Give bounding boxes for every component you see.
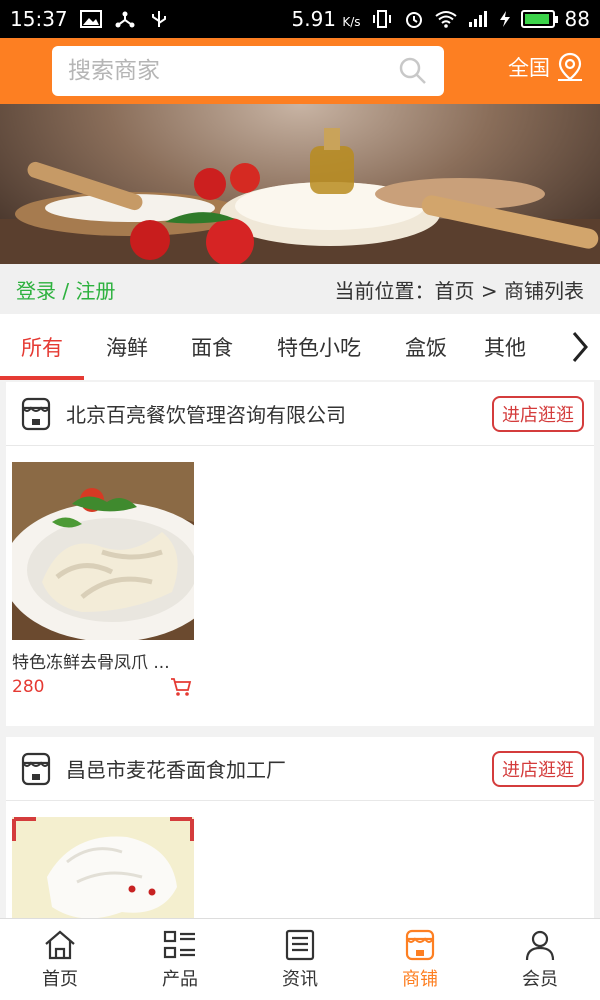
share-icon: [115, 11, 135, 28]
nav-label: 资讯: [282, 968, 318, 990]
search-icon[interactable]: [398, 56, 428, 86]
signal-icon: [468, 11, 487, 27]
nav-label: 会员: [522, 968, 558, 990]
location-pin-icon: [558, 52, 582, 81]
battery-level: 88: [564, 7, 590, 31]
charging-icon: [499, 11, 510, 27]
nav-label: 产品: [162, 968, 198, 990]
status-bar: 15:37 5.91 K/s 88: [0, 0, 600, 38]
header: 全国: [0, 38, 600, 104]
user-icon: [525, 930, 555, 960]
product-photo-steamed-bun: [12, 817, 194, 918]
search-input[interactable]: [68, 58, 398, 84]
banner-food-illustration: [0, 128, 600, 264]
nav-label: 商铺: [402, 968, 438, 990]
nav-news[interactable]: 资讯: [240, 919, 360, 1000]
wifi-icon: [434, 11, 457, 28]
search-box[interactable]: [52, 46, 444, 96]
tab-other[interactable]: 其他: [468, 314, 542, 380]
product-title[interactable]: 特色冻鲜去骨凤爪 ...: [12, 648, 194, 673]
grid-list-icon: [163, 930, 195, 958]
store-icon: [21, 397, 51, 430]
store-icon: [21, 752, 51, 785]
store-card: 北京百亮餐饮管理咨询有限公司 进店逛逛 特色冻鲜去骨凤爪 ... 280: [6, 382, 594, 726]
region-selector[interactable]: 全国: [508, 52, 584, 82]
product-image[interactable]: [12, 817, 194, 918]
tab-noodles[interactable]: 面食: [170, 314, 254, 380]
bottom-nav: 首页 产品 资讯 商铺 会员: [0, 918, 600, 1000]
product-item[interactable]: 特色冻鲜去骨凤爪 ... 280: [12, 462, 194, 697]
news-icon: [285, 929, 315, 960]
product-image[interactable]: [12, 462, 194, 640]
store-name[interactable]: 北京百亮餐饮管理咨询有限公司: [66, 399, 346, 428]
tab-snacks[interactable]: 特色小吃: [254, 314, 384, 380]
product-price: 280: [12, 677, 45, 697]
nav-member[interactable]: 会员: [480, 919, 600, 1000]
status-time: 15:37: [10, 7, 68, 31]
chevron-right-icon[interactable]: [570, 330, 590, 364]
store-card-header: 北京百亮餐饮管理咨询有限公司 进店逛逛: [6, 382, 594, 446]
cart-icon[interactable]: [170, 677, 192, 697]
usb-icon: [151, 11, 166, 27]
image-icon: [79, 10, 102, 28]
tab-all[interactable]: 所有: [0, 314, 84, 380]
breadcrumb: 当前位置：首页 > 商铺列表: [334, 278, 584, 303]
alarm-icon: [405, 12, 422, 28]
tab-seafood[interactable]: 海鲜: [84, 314, 170, 380]
store-card: 昌邑市麦花香面食加工厂 进店逛逛: [6, 737, 594, 918]
nav-home[interactable]: 首页: [0, 919, 120, 1000]
battery-icon: [520, 10, 558, 28]
store-card-header: 昌邑市麦花香面食加工厂 进店逛逛: [6, 737, 594, 801]
tab-boxed-meal[interactable]: 盒饭: [384, 314, 468, 380]
login-register-link[interactable]: 登录 / 注册: [16, 275, 115, 304]
breadcrumb-bar: 登录 / 注册 当前位置：首页 > 商铺列表: [0, 264, 600, 314]
vibrate-icon: [372, 10, 391, 28]
home-icon: [45, 930, 75, 959]
visit-store-button[interactable]: 进店逛逛: [492, 395, 584, 432]
visit-store-button[interactable]: 进店逛逛: [492, 750, 584, 787]
network-speed: 5.91 K/s: [291, 7, 361, 31]
nav-stores[interactable]: 商铺: [360, 919, 480, 1000]
product-photo-chicken-feet: [12, 462, 194, 640]
store-name[interactable]: 昌邑市麦花香面食加工厂: [66, 754, 286, 783]
category-tabs: 所有 海鲜 面食 特色小吃 盒饭 其他: [0, 314, 600, 380]
price-row: 280: [12, 677, 194, 697]
product-item[interactable]: [12, 817, 194, 918]
banner-image[interactable]: [0, 104, 600, 264]
store-icon: [405, 929, 435, 960]
nav-products[interactable]: 产品: [120, 919, 240, 1000]
nav-label: 首页: [42, 968, 78, 990]
region-label: 全国: [508, 56, 550, 80]
